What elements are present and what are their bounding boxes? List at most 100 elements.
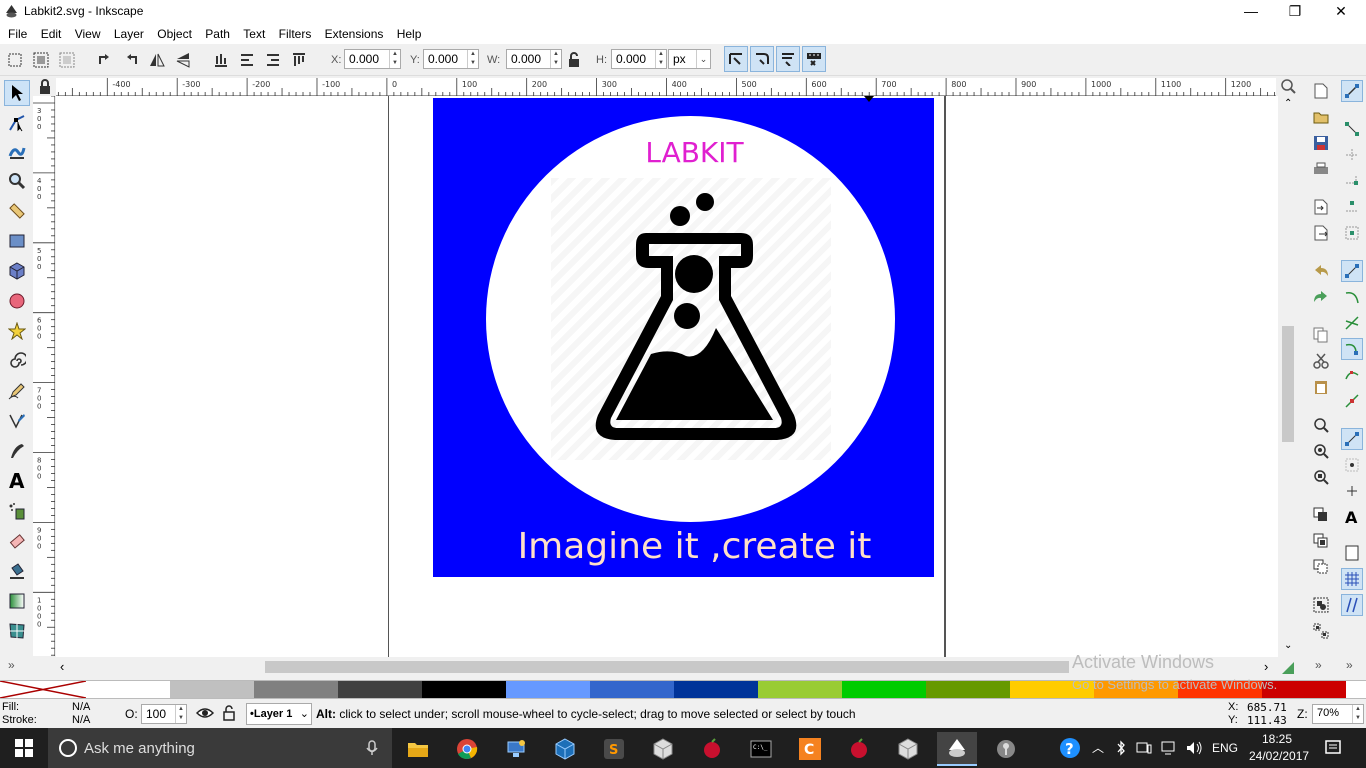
redo-icon[interactable] bbox=[1310, 286, 1332, 308]
raise-icon[interactable] bbox=[262, 49, 284, 71]
export-icon[interactable] bbox=[1310, 222, 1332, 244]
calligraphy-tool-icon[interactable] bbox=[4, 438, 30, 464]
commands-overflow-icon[interactable]: » bbox=[1315, 658, 1322, 672]
scale-corners-toggle[interactable] bbox=[750, 46, 774, 72]
zoom-tool-icon[interactable] bbox=[4, 168, 30, 194]
command-prompt-icon[interactable]: C:\_ bbox=[741, 732, 781, 766]
snap-paths-icon[interactable] bbox=[1341, 286, 1363, 308]
select-all-layers-icon[interactable] bbox=[30, 49, 52, 71]
paint-bucket-tool-icon[interactable] bbox=[4, 558, 30, 584]
palette-swatch[interactable] bbox=[170, 681, 254, 698]
move-patterns-toggle[interactable] bbox=[802, 46, 826, 72]
menu-text[interactable]: Text bbox=[238, 24, 270, 41]
menu-view[interactable]: View bbox=[70, 24, 106, 41]
clone-icon[interactable] bbox=[1310, 530, 1332, 552]
snap-nodes-icon[interactable] bbox=[1341, 260, 1363, 282]
w-input[interactable]: 0.000 ▲ ▼ bbox=[506, 49, 562, 69]
file-explorer-icon[interactable] bbox=[398, 732, 438, 766]
zoom-corner-icon[interactable] bbox=[1280, 78, 1298, 96]
color-manage-icon[interactable] bbox=[1280, 660, 1296, 676]
spray-tool-icon[interactable] bbox=[4, 498, 30, 524]
palette-swatch[interactable] bbox=[926, 681, 1010, 698]
network-app-icon[interactable] bbox=[496, 732, 536, 766]
clock-date[interactable]: 24/02/2017 bbox=[1249, 749, 1309, 763]
guide-lock-icon[interactable] bbox=[35, 78, 55, 96]
palette-swatch[interactable] bbox=[758, 681, 842, 698]
layer-select[interactable]: •Layer 1 ⌄ bbox=[246, 703, 312, 725]
cut-icon[interactable] bbox=[1310, 350, 1332, 372]
3d-box-app-2-icon[interactable] bbox=[888, 732, 928, 766]
flask-icon[interactable] bbox=[591, 188, 801, 456]
zoom-input[interactable]: 70% ▲ ▼ bbox=[1312, 704, 1364, 724]
menu-edit[interactable]: Edit bbox=[36, 24, 67, 41]
restore-button[interactable]: ❐ bbox=[1272, 0, 1318, 24]
snap-page-border-icon[interactable] bbox=[1341, 542, 1363, 564]
palette-swatch[interactable] bbox=[86, 681, 170, 698]
devices-icon[interactable] bbox=[1136, 740, 1152, 759]
ungroup-icon[interactable] bbox=[1310, 620, 1332, 642]
zoom-page-icon[interactable] bbox=[1310, 466, 1332, 488]
menu-extensions[interactable]: Extensions bbox=[320, 24, 389, 41]
text-tool-icon[interactable]: A bbox=[4, 468, 30, 494]
snap-text-baseline-icon[interactable]: A bbox=[1341, 506, 1363, 528]
snap-others-icon[interactable] bbox=[1341, 428, 1363, 450]
ellipse-tool-icon[interactable] bbox=[4, 288, 30, 314]
language-indicator[interactable]: ENG bbox=[1212, 741, 1238, 755]
palette-none-swatch[interactable] bbox=[0, 680, 87, 699]
menu-path[interactable]: Path bbox=[200, 24, 235, 41]
lower-to-bottom-icon[interactable] bbox=[210, 49, 232, 71]
gradient-tool-icon[interactable] bbox=[4, 588, 30, 614]
selector-tool-icon[interactable] bbox=[4, 80, 30, 106]
paste-icon[interactable] bbox=[1310, 376, 1332, 398]
volume-icon[interactable] bbox=[1185, 740, 1203, 759]
snap-guides-icon[interactable] bbox=[1341, 594, 1363, 616]
tweak-tool-icon[interactable] bbox=[4, 138, 30, 164]
snap-cusp-nodes-icon[interactable] bbox=[1341, 338, 1363, 360]
snap-intersections-icon[interactable] bbox=[1341, 312, 1363, 334]
gray-app-icon[interactable] bbox=[986, 732, 1026, 766]
snap-grids-icon[interactable] bbox=[1341, 568, 1363, 590]
snap-overflow-icon[interactable]: » bbox=[1346, 658, 1353, 672]
spiral-tool-icon[interactable] bbox=[4, 348, 30, 374]
palette-swatch[interactable] bbox=[842, 681, 926, 698]
cortana-search-box[interactable]: Ask me anything bbox=[48, 728, 392, 768]
palette-swatch[interactable] bbox=[506, 681, 590, 698]
snap-object-centers-icon[interactable] bbox=[1341, 454, 1363, 476]
pencil-tool-icon[interactable] bbox=[4, 378, 30, 404]
snap-bbox-centers-icon[interactable] bbox=[1341, 222, 1363, 244]
drawing-canvas[interactable]: LABKIT Imagine it ,create it bbox=[56, 96, 1278, 657]
duplicate-icon[interactable] bbox=[1310, 504, 1332, 526]
stroke-value[interactable]: N/A bbox=[72, 714, 90, 726]
node-tool-icon[interactable] bbox=[4, 110, 30, 136]
layer-visibility-icon[interactable] bbox=[195, 705, 215, 724]
unit-select[interactable]: px ⌄ bbox=[668, 49, 711, 69]
pen-tool-icon[interactable] bbox=[4, 408, 30, 434]
red-ball-app-2-icon[interactable] bbox=[839, 732, 879, 766]
flip-horizontal-icon[interactable] bbox=[146, 49, 168, 71]
artwork-background[interactable]: LABKIT Imagine it ,create it bbox=[433, 98, 934, 577]
show-hidden-icons-icon[interactable]: ︿ bbox=[1092, 739, 1104, 756]
inkscape-taskbar-icon[interactable] bbox=[937, 732, 977, 766]
sublime-text-icon[interactable]: S bbox=[594, 732, 634, 766]
palette-swatch[interactable] bbox=[254, 681, 338, 698]
layer-lock-icon[interactable] bbox=[222, 704, 236, 725]
scroll-right-icon[interactable]: › bbox=[1264, 659, 1268, 674]
menu-object[interactable]: Object bbox=[152, 24, 197, 41]
bluetooth-icon[interactable] bbox=[1116, 740, 1126, 759]
rectangle-tool-icon[interactable] bbox=[4, 228, 30, 254]
zoom-selection-icon[interactable] bbox=[1310, 414, 1332, 436]
tagline-text[interactable]: Imagine it ,create it bbox=[433, 526, 956, 567]
new-document-icon[interactable] bbox=[1310, 80, 1332, 102]
snap-smooth-nodes-icon[interactable] bbox=[1341, 364, 1363, 386]
group-icon[interactable] bbox=[1310, 594, 1332, 616]
action-center-icon[interactable] bbox=[1324, 739, 1342, 760]
undo-icon[interactable] bbox=[1310, 260, 1332, 282]
import-icon[interactable] bbox=[1310, 196, 1332, 218]
measure-tool-icon[interactable] bbox=[4, 198, 30, 224]
x-input[interactable]: 0.000 ▲ ▼ bbox=[344, 49, 401, 69]
lower-icon[interactable] bbox=[236, 49, 258, 71]
flip-vertical-icon[interactable] bbox=[172, 49, 194, 71]
mesh-tool-icon[interactable] bbox=[4, 618, 30, 644]
opacity-input[interactable]: 100 ▲ ▼ bbox=[141, 704, 187, 724]
microphone-icon[interactable] bbox=[366, 740, 378, 756]
